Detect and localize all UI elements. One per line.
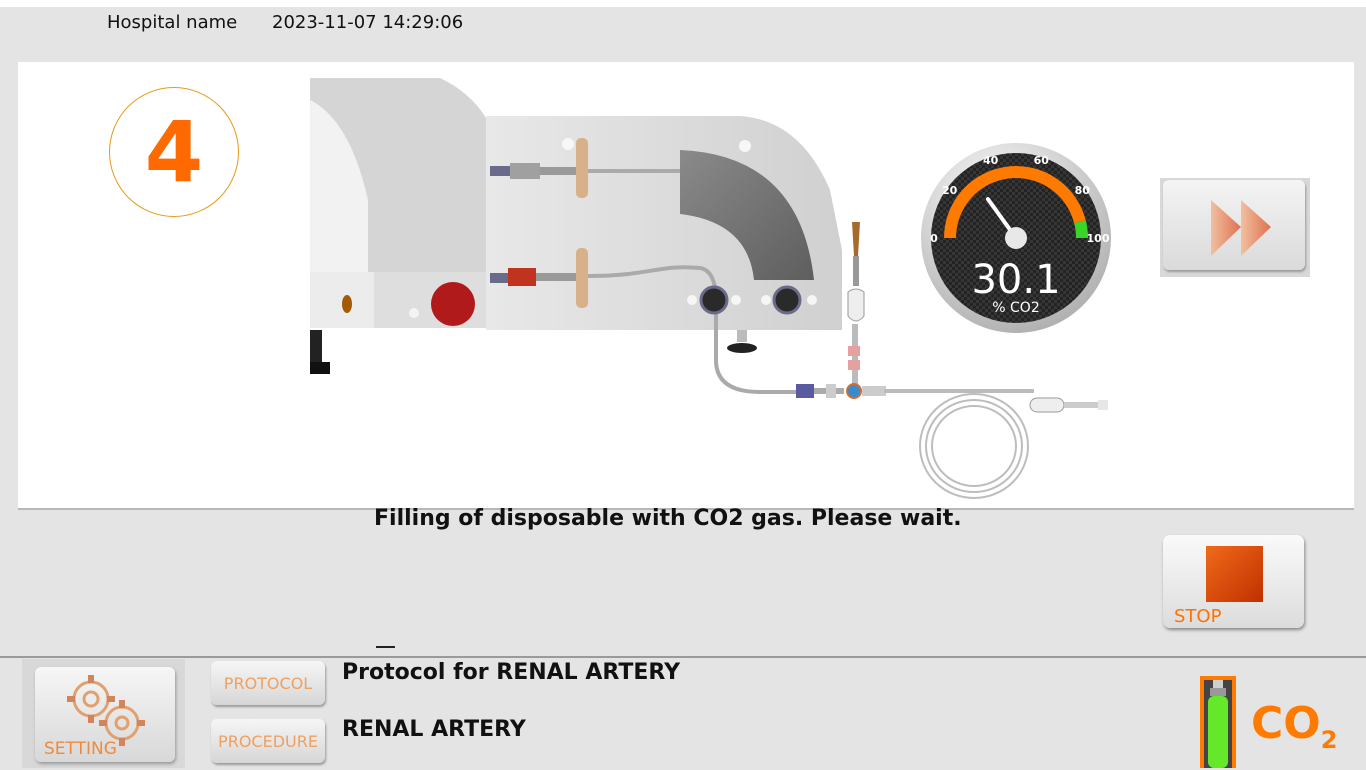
datetime: 2023-11-07 14:29:06	[272, 12, 464, 33]
gauge-tick-label: 20	[942, 184, 958, 197]
gauge-unit: % CO2	[992, 300, 1039, 316]
gauge-tick-label: 0	[930, 232, 938, 245]
fast-forward-icon	[1211, 200, 1271, 256]
procedure-button[interactable]: PROCEDURE	[211, 719, 325, 763]
status-message: Filling of disposable with CO2 gas. Plea…	[374, 506, 962, 531]
gauge-tick-label: 100	[1087, 232, 1110, 245]
setting-button[interactable]: SETTING	[35, 667, 175, 762]
fast-forward-button[interactable]	[1160, 178, 1310, 277]
gauge-tick-label: 60	[1034, 154, 1050, 167]
gauge-value: 30.1	[971, 257, 1060, 303]
protocol-button[interactable]: PROTOCOL	[211, 661, 325, 705]
setting-label: SETTING	[44, 739, 117, 759]
co2-gauge: 0 20 40 60 80 100 30.1 % CO2	[921, 143, 1111, 333]
top-border	[0, 0, 1366, 7]
gauge-tick-label: 80	[1075, 184, 1091, 197]
step-indicator: 4	[109, 87, 239, 217]
fast-forward-button-face[interactable]	[1163, 180, 1305, 270]
setting-area: SETTING	[22, 659, 185, 768]
text-cursor	[376, 646, 395, 648]
co2-label-subscript: 2	[1320, 725, 1338, 754]
gauge-green-zone	[1074, 220, 1088, 239]
stop-button[interactable]: STOP	[1163, 535, 1304, 628]
stop-label: STOP	[1174, 606, 1222, 627]
bottom-bar	[0, 656, 1366, 770]
protocol-title: Protocol for RENAL ARTERY	[342, 660, 681, 685]
gauge-hub	[1005, 227, 1027, 249]
hospital-name: Hospital name	[107, 12, 238, 33]
stop-icon	[1206, 546, 1263, 602]
co2-label: CO2	[1251, 698, 1337, 754]
gauge-tick-label: 40	[983, 154, 999, 167]
co2-label-text: CO	[1251, 698, 1321, 749]
co2-cylinder-icon	[1200, 676, 1236, 768]
procedure-name: RENAL ARTERY	[342, 717, 526, 742]
